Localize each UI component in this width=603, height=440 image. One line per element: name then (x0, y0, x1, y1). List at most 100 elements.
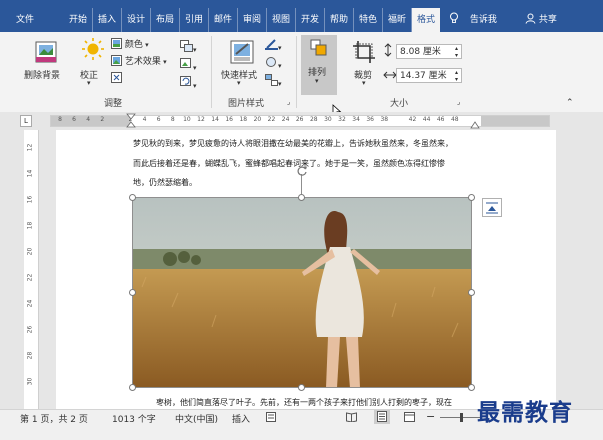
ruler-tick-label: 14 (26, 169, 34, 178)
resize-handle[interactable] (129, 194, 136, 201)
dialog-launcher-icon[interactable]: ⌟ (457, 98, 460, 106)
tab-selector-icon[interactable]: L (20, 115, 32, 127)
macro-icon[interactable] (266, 412, 276, 425)
tab-label: 特色 (358, 15, 377, 25)
indent-marker-icon[interactable] (126, 113, 136, 129)
sun-icon (82, 38, 104, 60)
reset-picture-button[interactable] (111, 72, 122, 86)
reset-button[interactable]: ▾ (180, 76, 197, 90)
correct-button[interactable] (82, 38, 104, 65)
ruler-tick-label: 22 (267, 116, 276, 123)
tab-file-label: 文件 (15, 15, 34, 25)
resize-handle[interactable] (468, 289, 475, 296)
tab-insert[interactable]: 插入 (93, 8, 122, 32)
resize-handle[interactable] (298, 384, 305, 391)
crop-button[interactable] (352, 40, 376, 67)
tab-file[interactable]: 文件 (0, 8, 50, 32)
change-picture-button[interactable]: ▾ (180, 58, 197, 72)
picture-effects-button[interactable]: ▾ (265, 56, 282, 70)
ruler-tick-label: 12 (26, 143, 34, 152)
tab-layout[interactable]: 布局 (151, 8, 180, 32)
resize-handle[interactable] (468, 194, 475, 201)
spin-arrows-icon[interactable]: ▴ ▾ (455, 45, 458, 59)
compress-pictures-button[interactable]: ▾ (180, 40, 197, 54)
web-layout-icon[interactable] (404, 412, 415, 425)
tab-design[interactable]: 设计 (122, 8, 151, 32)
tab-label: 审阅 (242, 15, 261, 25)
tab-label: 视图 (271, 15, 290, 25)
zoom-out-button[interactable]: − (426, 410, 435, 423)
ruler-tick-label: 18 (26, 221, 34, 230)
height-input[interactable]: 8.08 厘米 ▴ ▾ (396, 44, 462, 59)
document-page[interactable]: 梦见秋的到来，梦见疲惫的诗人将眼泪撒在幼最美的花瓣上，告诉她秋虽然来，冬虽然来，… (56, 130, 556, 412)
resize-handle[interactable] (129, 289, 136, 296)
ruler-tick-label: 6 (156, 116, 161, 123)
ruler-tick-label: 8 (58, 116, 62, 123)
ruler-tick-label: 36 (366, 116, 375, 123)
horizontal-ruler: L 8 6 4 2 2 4 6 8 10 12 14 16 18 20 22 24 26 28 30 32 34 36 38… (0, 112, 603, 130)
read-mode-icon[interactable] (346, 412, 357, 425)
tab-developer[interactable]: 开发 (296, 8, 325, 32)
resize-handle[interactable] (129, 384, 136, 391)
picture-border-button[interactable]: ▾ (265, 38, 282, 52)
spin-arrows-icon[interactable]: ▴ ▾ (455, 69, 458, 83)
quick-styles-button[interactable] (230, 40, 254, 67)
chevron-down-icon: ▾ (278, 80, 282, 88)
resize-handle[interactable] (298, 194, 305, 201)
ruler-tick-label: 12 (197, 116, 205, 123)
book-icon (346, 412, 357, 423)
ruler-tick-label: 6 (72, 116, 77, 123)
tab-label: 开发 (300, 15, 319, 25)
layout-options-icon (486, 202, 498, 214)
tell-me-search[interactable]: 告诉我 (449, 8, 497, 32)
color-button[interactable]: 颜色 ▾ (111, 38, 149, 52)
word-count[interactable]: 1013 个字 (112, 412, 156, 425)
insert-mode[interactable]: 插入 (232, 412, 250, 425)
resize-handle[interactable] (468, 384, 475, 391)
page-count[interactable]: 第 1 页，共 2 页 (20, 412, 88, 425)
chevron-down-icon: ▾ (193, 82, 197, 90)
shape-height-icon (384, 43, 392, 57)
language-indicator[interactable]: 中文(中国) (175, 412, 218, 425)
tab-foxit[interactable]: 福昕 (383, 8, 412, 32)
lightbulb-icon (450, 12, 458, 23)
ruler-tick-label: 16 (225, 116, 234, 123)
tab-home[interactable]: 开始 (64, 8, 93, 32)
tab-mailings[interactable]: 邮件 (209, 8, 238, 32)
ruler-tick-label: 32 (338, 116, 346, 123)
tab-label: 开始 (68, 15, 87, 25)
tab-help[interactable]: 帮助 (325, 8, 354, 32)
share-button[interactable]: 共享 (525, 8, 557, 32)
tab-review[interactable]: 审阅 (238, 8, 267, 32)
rotate-handle-icon[interactable] (296, 165, 308, 177)
layout-icon (265, 74, 278, 86)
picture-layout-button[interactable]: ▾ (265, 74, 282, 88)
zoom-slider-thumb[interactable] (460, 413, 463, 422)
chevron-down-icon: ▾ (237, 79, 241, 87)
reset-picture-icon (111, 72, 122, 83)
artistic-effects-icon (111, 55, 122, 66)
print-layout-icon[interactable] (374, 410, 390, 424)
remove-background-icon (35, 41, 57, 63)
layout-options-button[interactable] (482, 198, 502, 217)
remove-background-button[interactable] (34, 40, 58, 67)
right-indent-marker-icon[interactable] (470, 119, 480, 129)
artistic-effects-label: 艺术效果 (124, 57, 161, 67)
dialog-launcher-icon[interactable]: ⌟ (287, 98, 290, 106)
tab-references[interactable]: 引用 (180, 8, 209, 32)
ruler-tick-label: 38 (380, 116, 389, 123)
tab-format[interactable]: 格式 (412, 8, 440, 32)
tab-view[interactable]: 视图 (267, 8, 296, 32)
artistic-effects-button[interactable]: 艺术效果 ▾ (111, 55, 167, 69)
width-input[interactable]: 14.37 厘米 ▴ ▾ (396, 68, 462, 83)
ruler-tick-label: 26 (26, 325, 34, 334)
remove-background-label: 删除背景 (24, 71, 61, 81)
tab-features[interactable]: 特色 (354, 8, 383, 32)
chevron-down-icon: ▾ (315, 77, 319, 85)
watermark-logo-text: 最需教育 (477, 399, 573, 426)
ruler-tick-label: 8 (170, 116, 175, 123)
ruler-tick-label: 20 (253, 116, 262, 123)
collapse-ribbon-icon[interactable]: ⌃ (566, 98, 574, 108)
arrange-button[interactable]: 排列 ▾ (301, 35, 337, 95)
ruler-tick-label: 4 (142, 116, 147, 123)
